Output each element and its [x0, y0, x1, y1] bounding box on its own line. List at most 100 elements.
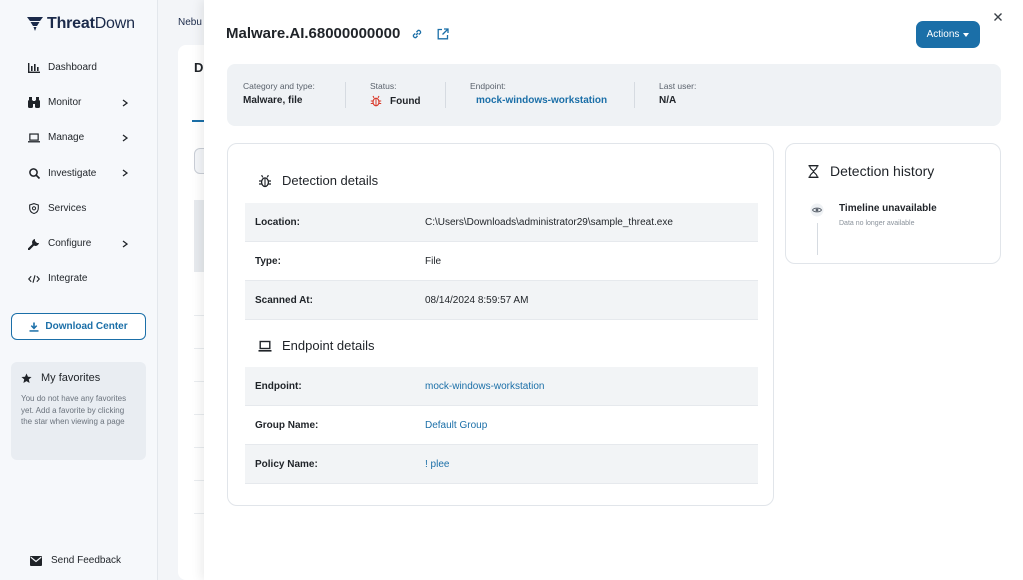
favorites-empty-text: You do not have any favorites yet. Add a… — [21, 394, 127, 426]
summary-status-label: Status: — [370, 81, 397, 91]
timeline-subtitle: Data no longer available — [839, 220, 915, 227]
detection-history-title: Detection history — [808, 163, 934, 179]
endpoint-details-label: Endpoint details — [282, 338, 375, 353]
summary-category-label: Category and type: — [243, 81, 315, 91]
chevron-right-icon — [122, 134, 128, 142]
threatdown-logo[interactable]: Threat Down — [27, 15, 135, 33]
detection-title: Malware.AI.68000000000 — [226, 25, 449, 42]
favorites-panel: My favorites You do not have any favorit… — [11, 362, 146, 460]
detail-key: Endpoint: — [255, 380, 302, 392]
download-center-button[interactable]: Download Center — [11, 313, 146, 340]
summary-category-value: Malware, file — [243, 95, 303, 106]
sidebar-item-integrate[interactable]: Integrate — [0, 261, 158, 296]
chevron-right-icon — [122, 99, 128, 107]
sidebar-item-dashboard[interactable]: Dashboard — [0, 50, 158, 85]
sidebar-item-manage[interactable]: Manage — [0, 120, 158, 155]
sidebar-item-investigate[interactable]: Investigate — [0, 156, 158, 191]
logo-text-bold: Threat — [47, 15, 95, 32]
detail-key: Scanned At: — [255, 294, 313, 306]
summary-status: Status: Found — [370, 81, 421, 107]
detection-flyout: Malware.AI.68000000000 Actions Category … — [204, 0, 1023, 580]
download-icon — [29, 322, 39, 332]
copy-link-icon[interactable] — [411, 28, 423, 40]
detail-row-type: Type: File — [245, 242, 758, 281]
detail-row-group-name: Group Name: Default Group — [245, 406, 758, 445]
send-feedback-label: Send Feedback — [51, 555, 122, 566]
code-icon — [28, 273, 40, 285]
sidebar-item-label: Dashboard — [48, 62, 97, 74]
logo-text-light: Down — [94, 15, 135, 32]
close-icon[interactable] — [993, 12, 1003, 22]
detail-value: C:\Users\Downloads\administrator29\sampl… — [425, 216, 673, 228]
summary-last-user-value: N/A — [659, 95, 677, 106]
bug-icon — [370, 95, 382, 107]
detail-row-scanned-at: Scanned At: 08/14/2024 8:59:57 AM — [245, 281, 758, 320]
detection-history-card: Detection history Timeline unavailable D… — [785, 143, 1001, 264]
summary-divider — [445, 82, 446, 108]
laptop-icon — [258, 340, 272, 352]
sidebar-item-monitor[interactable]: Monitor — [0, 85, 158, 120]
summary-endpoint-link[interactable]: mock-windows-workstation — [470, 95, 607, 106]
envelope-icon — [30, 555, 42, 566]
details-card: Detection details Location: C:\Users\Dow… — [227, 143, 774, 506]
bug-icon — [259, 174, 271, 187]
binoculars-icon — [28, 97, 40, 109]
sidebar-item-label: Monitor — [48, 97, 82, 109]
detail-row-location: Location: C:\Users\Downloads\administrat… — [245, 203, 758, 242]
detection-summary: Category and type: Malware, file Status:… — [227, 64, 1001, 126]
summary-divider — [634, 82, 635, 108]
favorites-title-label: My favorites — [41, 372, 101, 384]
search-icon — [28, 167, 40, 179]
endpoint-link[interactable]: mock-windows-workstation — [425, 381, 544, 392]
sidebar-item-configure[interactable]: Configure — [0, 226, 158, 261]
group-name-link[interactable]: Default Group — [425, 420, 487, 431]
detail-value: 08/14/2024 8:59:57 AM — [425, 294, 529, 306]
hourglass-icon — [808, 164, 819, 178]
breadcrumb: Nebu — [178, 17, 202, 28]
wrench-icon — [28, 238, 40, 250]
policy-name-link[interactable]: ! plee — [425, 459, 449, 470]
summary-endpoint-label: Endpoint: — [470, 81, 506, 91]
download-center-label: Download Center — [45, 321, 128, 332]
detection-details-label: Detection details — [282, 173, 379, 188]
sidebar-item-label: Investigate — [48, 167, 97, 179]
background-heading: D — [194, 60, 204, 75]
sidebar-item-label: Integrate — [48, 273, 88, 285]
sidebar-item-label: Manage — [48, 132, 85, 144]
detail-row-endpoint: Endpoint: mock-windows-workstation — [245, 367, 758, 406]
summary-category: Category and type: Malware, file — [243, 81, 315, 106]
detection-details-title: Detection details — [258, 173, 378, 188]
actions-button[interactable]: Actions — [916, 21, 980, 48]
timeline-eye-icon — [810, 203, 824, 217]
summary-last-user: Last user: N/A — [659, 81, 696, 106]
bar-chart-icon — [28, 62, 40, 74]
sidebar: Threat Down Dashboard Monitor Manage Inv… — [0, 0, 158, 580]
logo-mark-icon — [27, 17, 43, 31]
summary-status-value: Found — [370, 95, 421, 107]
summary-status-text: Found — [390, 95, 421, 107]
sidebar-item-label: Configure — [48, 238, 92, 250]
shield-icon — [28, 202, 40, 214]
detection-history-label: Detection history — [830, 163, 935, 179]
detection-title-text: Malware.AI.68000000000 — [226, 25, 401, 42]
endpoint-details-title: Endpoint details — [258, 338, 375, 353]
sidebar-item-services[interactable]: Services — [0, 191, 158, 226]
sidebar-item-label: Services — [48, 202, 87, 214]
send-feedback-link[interactable]: Send Feedback — [30, 555, 121, 566]
star-icon — [21, 372, 32, 383]
detail-key: Location: — [255, 216, 300, 228]
caret-down-icon — [963, 32, 970, 37]
actions-label: Actions — [926, 29, 960, 40]
detail-key: Policy Name: — [255, 458, 318, 470]
detail-row-policy-name: Policy Name: ! plee — [245, 445, 758, 484]
detail-key: Group Name: — [255, 419, 319, 431]
sidebar-nav: Dashboard Monitor Manage Investigate Ser… — [0, 50, 158, 296]
detail-value: File — [425, 255, 442, 267]
summary-endpoint: Endpoint: mock-windows-workstation — [470, 81, 607, 106]
summary-divider — [345, 82, 346, 108]
laptop-icon — [28, 132, 40, 144]
open-external-icon[interactable] — [437, 27, 449, 40]
favorites-title: My favorites — [21, 372, 136, 384]
chevron-right-icon — [122, 240, 128, 248]
timeline-line — [817, 223, 818, 255]
